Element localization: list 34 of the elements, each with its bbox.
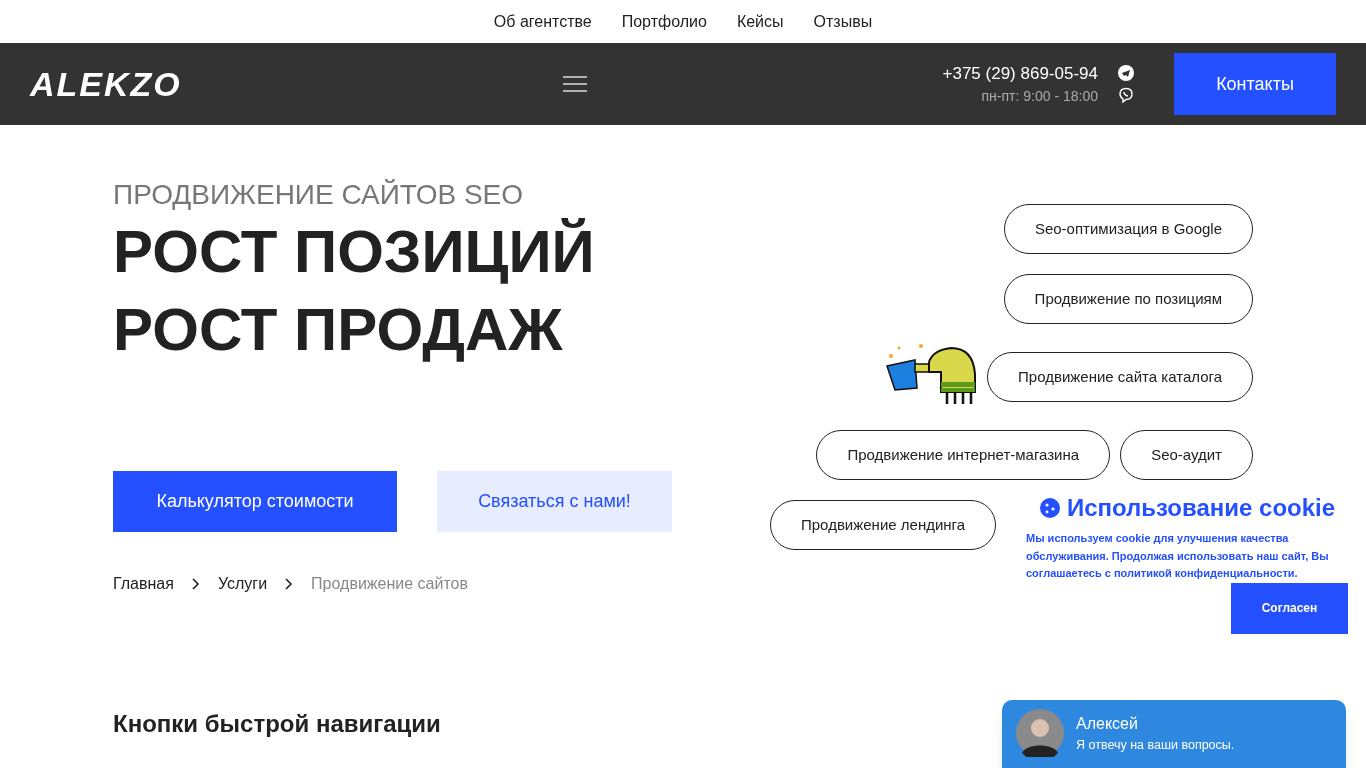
contact-us-button[interactable]: Связаться с нами! [437, 471, 672, 532]
logo[interactable]: ALEKZO [30, 58, 210, 110]
viber-icon[interactable] [1118, 87, 1134, 103]
chevron-right-icon [191, 578, 200, 590]
cookie-icon [1038, 497, 1061, 519]
agree-button[interactable]: Согласен [1231, 582, 1348, 634]
breadcrumb-link[interactable]: Главная [113, 572, 174, 596]
service-pill[interactable]: Продвижение лендинга [770, 500, 997, 550]
cookie-title: Использование cookie [1066, 493, 1336, 523]
cookie-text: Мы используем cookie для улучшения качества обслуживания. Продолжая использовать наш сайт, Вы соглашаетесь с политикой конфиденциальности. [1026, 531, 1330, 581]
avatar [1016, 709, 1064, 757]
breadcrumb-link[interactable]: Услуги [217, 572, 268, 596]
current-page-label: Продвижение сайтов [311, 574, 468, 594]
working-hours: пн-пт: 9:00 - 18:00 [981, 87, 1098, 107]
service-pill[interactable]: Seo-аудит [1120, 430, 1253, 480]
telegram-icon[interactable] [1118, 65, 1134, 81]
nav-link[interactable]: Портфолио [621, 9, 707, 34]
chevron-right-icon [285, 578, 294, 590]
chat-widget[interactable]: Алексей Я отвечу на ваши вопросы. [1002, 700, 1346, 768]
phone-number[interactable]: +375 (29) 869-05-94 [942, 60, 1098, 87]
service-pill[interactable]: Продвижение сайта каталога [987, 352, 1253, 402]
hero-eyebrow: ПРОДВИЖЕНИЕ САЙТОВ SEO [113, 178, 525, 212]
menu-icon[interactable] [563, 75, 587, 93]
contacts-button[interactable]: Контакты [1174, 53, 1336, 115]
service-pill[interactable]: Продвижение интернет-магазина [816, 430, 1111, 480]
chat-message: Я отвечу на ваши вопросы. [1076, 737, 1235, 754]
nav-link[interactable]: Отзывы [813, 9, 873, 34]
nav-link[interactable]: Об агентстве [493, 9, 592, 34]
hero-title: РОСТ ПОЗИЦИЙ [113, 217, 596, 287]
nav-link[interactable]: Кейсы [736, 9, 784, 34]
section-heading: Кнопки быстрой навигации [113, 709, 442, 739]
calculator-button[interactable]: Калькулятор стоимости [113, 471, 397, 532]
hero-title: РОСТ ПРОДАЖ [113, 295, 564, 365]
agent-name: Алексей [1076, 714, 1139, 734]
